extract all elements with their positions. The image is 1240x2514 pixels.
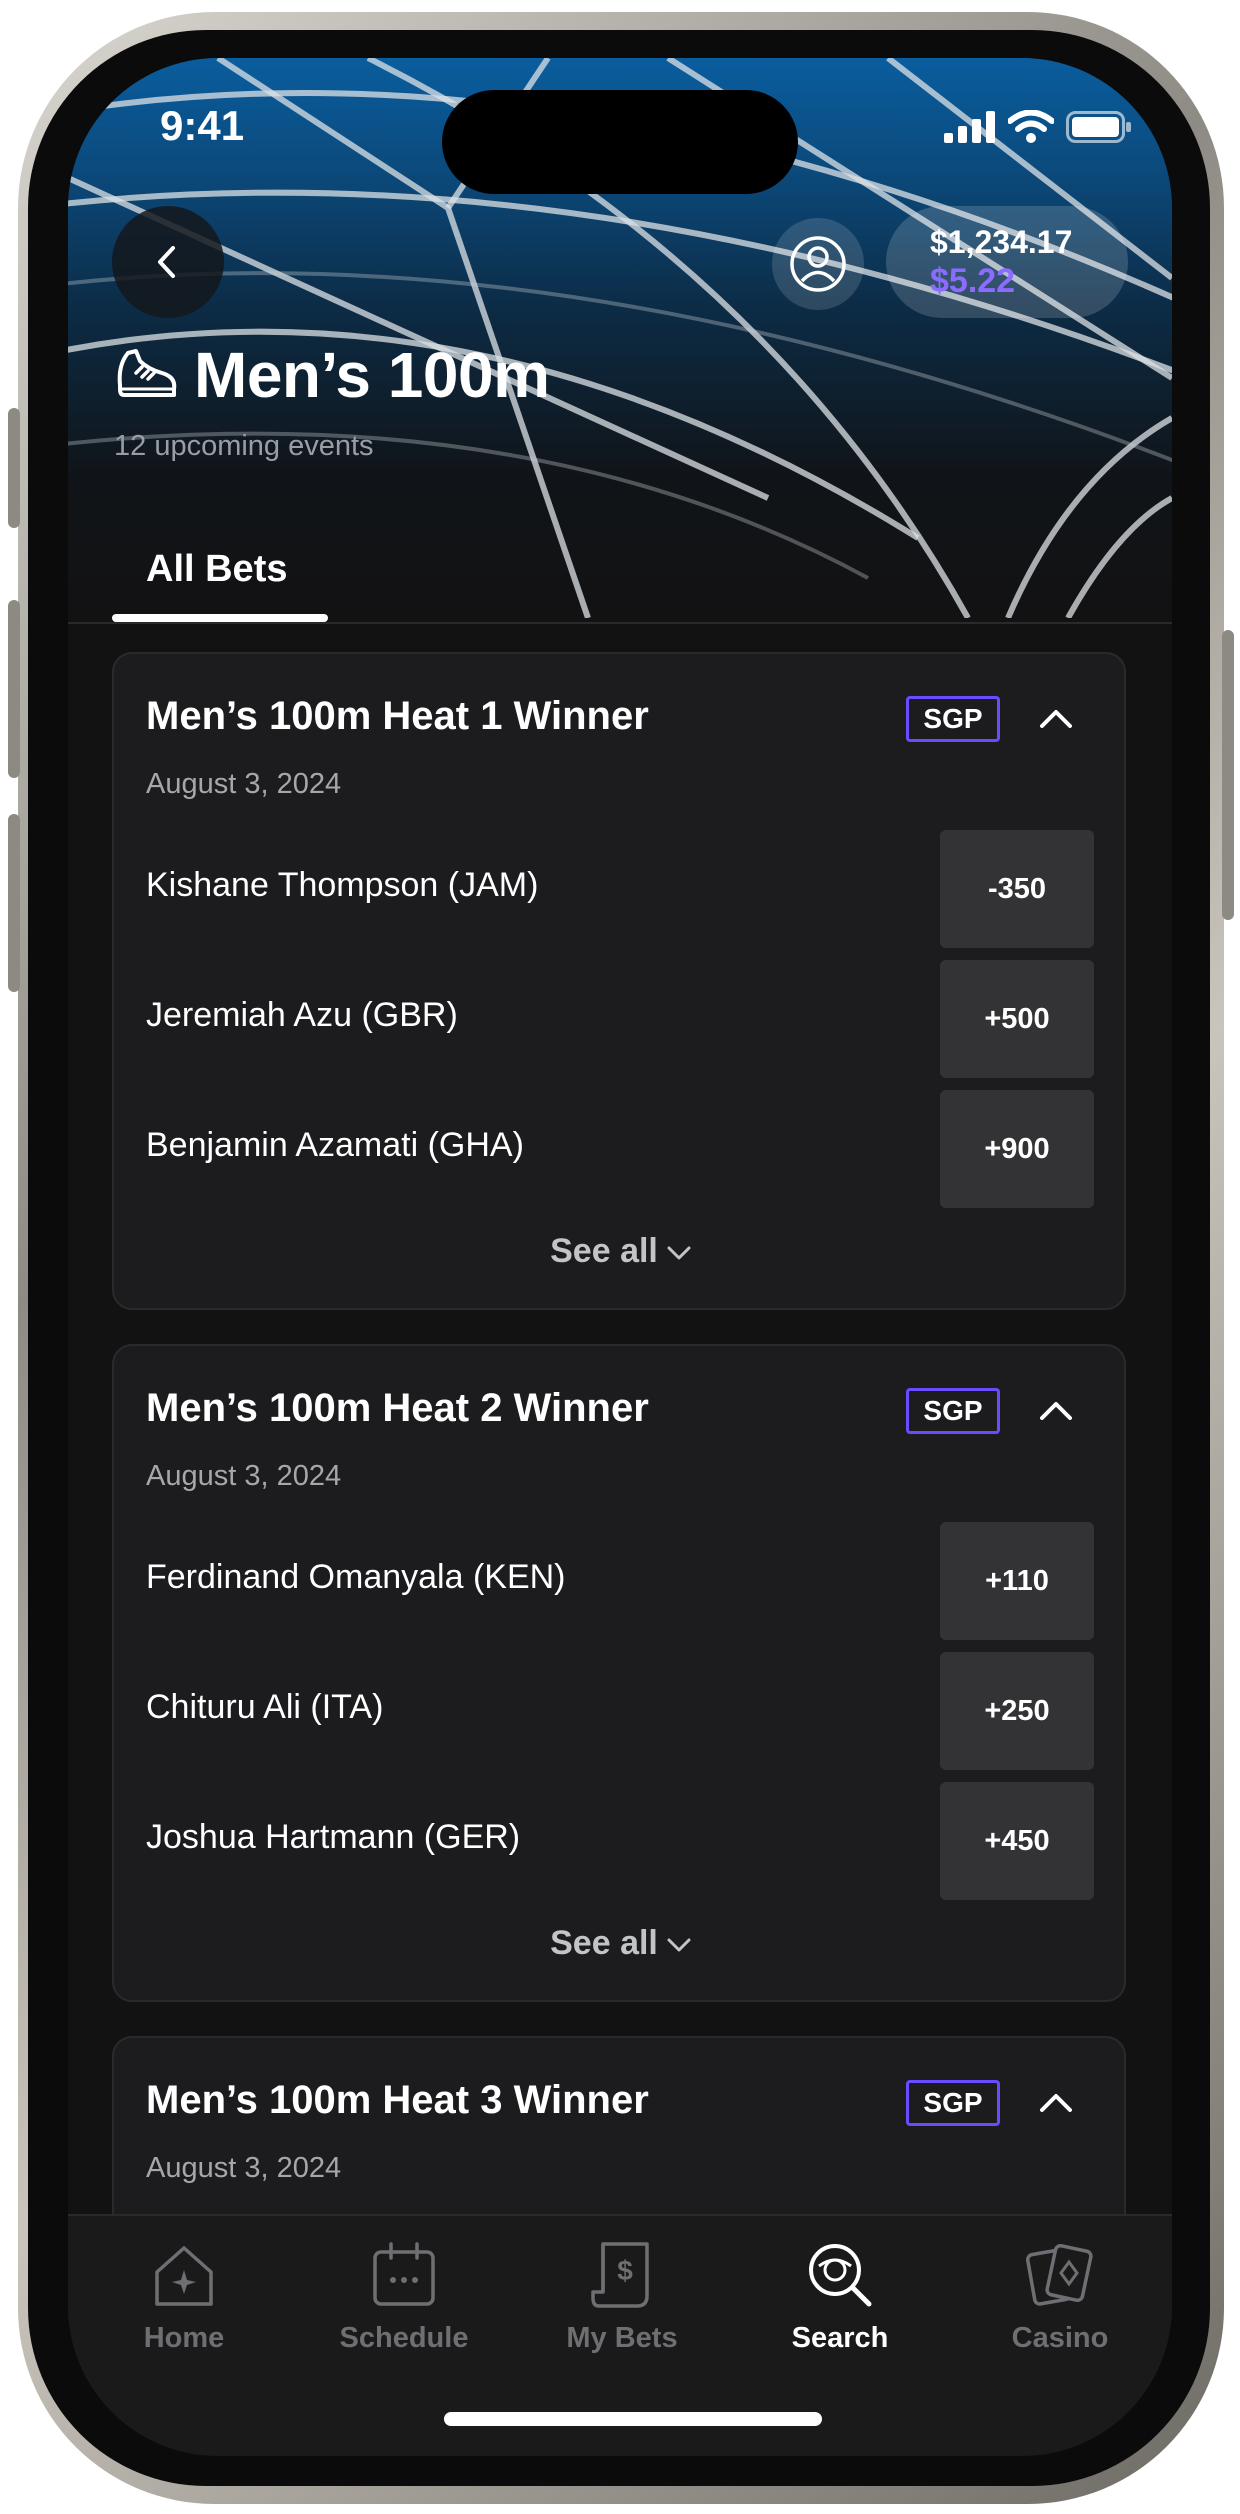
page-title-row: Men’s 100m [114, 338, 550, 412]
volume-down-button [8, 814, 20, 992]
action-button [8, 408, 20, 528]
market-title: Men’s 100m Heat 1 Winner [146, 694, 649, 738]
active-tab-indicator [112, 614, 328, 622]
volume-up-button [8, 600, 20, 778]
nav-schedule[interactable]: Schedule [314, 2234, 494, 2355]
status-time: 9:41 [160, 102, 245, 149]
page-title: Men’s 100m [194, 339, 550, 411]
search-icon [809, 2244, 872, 2307]
see-all-label: See all [550, 1232, 658, 1270]
odds-button[interactable]: +110 [940, 1522, 1094, 1640]
market-date: August 3, 2024 [146, 768, 342, 800]
account-balance: $1,234.17 [930, 224, 1073, 260]
odds-button[interactable]: +250 [940, 1652, 1094, 1770]
back-button[interactable] [112, 206, 224, 318]
chevron-left-icon [158, 246, 175, 278]
dynamic-island [442, 90, 798, 194]
odds-button[interactable]: -350 [940, 830, 1094, 948]
sgp-badge: SGP [906, 2080, 1000, 2126]
runner-name: Ferdinand Omanyala (KEN) [146, 1558, 566, 1596]
bonus-balance: $5.22 [930, 262, 1016, 300]
chevron-down-icon [667, 1246, 691, 1260]
user-icon [790, 236, 846, 292]
running-shoe-icon [117, 349, 177, 397]
see-all-button[interactable]: See all [114, 1924, 1128, 1963]
cards-icon [1025, 2243, 1093, 2306]
nav-my-bets[interactable]: $ My Bets [532, 2234, 712, 2355]
odds-button[interactable]: +500 [940, 960, 1094, 1078]
wifi-icon [1008, 110, 1054, 143]
battery-icon [1066, 111, 1131, 143]
svg-text:$: $ [617, 2255, 633, 2286]
nav-casino[interactable]: Casino [970, 2234, 1150, 2355]
market-card: Men’s 100m Heat 1 Winner SGP August 3, 2… [112, 652, 1126, 1310]
nav-home[interactable]: Home [94, 2234, 274, 2355]
chevron-down-icon [667, 1938, 691, 1952]
nav-search[interactable]: Search [750, 2234, 930, 2355]
market-card: Men’s 100m Heat 2 Winner SGP August 3, 2… [112, 1344, 1126, 2002]
see-all-label: See all [550, 1924, 658, 1962]
market-title: Men’s 100m Heat 3 Winner [146, 2078, 649, 2122]
sgp-badge: SGP [906, 696, 1000, 742]
sgp-badge: SGP [906, 1388, 1000, 1434]
chevron-up-icon[interactable] [1036, 1390, 1076, 1430]
bet-slip-icon: $ [591, 2242, 649, 2308]
market-title: Men’s 100m Heat 2 Winner [146, 1386, 649, 1430]
power-button [1222, 630, 1234, 920]
nav-label: Home [143, 2322, 225, 2354]
status-icons [944, 110, 1132, 144]
tab-bar: All Bets [68, 528, 1172, 624]
nav-label: Schedule [339, 2322, 469, 2354]
runner-name: Jeremiah Azu (GBR) [146, 996, 458, 1034]
runner-name: Benjamin Azamati (GHA) [146, 1126, 524, 1164]
app-screen: 9:41 $1,234.17 $5.22 Men’s 100m 12 upcom… [68, 58, 1172, 2456]
see-all-button[interactable]: See all [114, 1232, 1128, 1271]
market-date: August 3, 2024 [146, 2152, 342, 2184]
odds-button[interactable]: +450 [940, 1782, 1094, 1900]
market-date: August 3, 2024 [146, 1460, 342, 1492]
tab-all-bets[interactable]: All Bets [146, 548, 287, 591]
upcoming-events-count: 12 upcoming events [114, 430, 374, 462]
runner-name: Chituru Ali (ITA) [146, 1688, 384, 1726]
cellular-signal-icon [944, 111, 995, 143]
home-indicator[interactable] [444, 2412, 822, 2426]
home-star-icon [155, 2246, 213, 2306]
profile-button[interactable] [772, 218, 864, 310]
chevron-up-icon[interactable] [1036, 698, 1076, 738]
nav-label: My Bets [566, 2322, 678, 2354]
runner-name: Kishane Thompson (JAM) [146, 866, 539, 904]
balance-button[interactable]: $1,234.17 $5.22 [886, 206, 1128, 318]
nav-label: Casino [1011, 2322, 1109, 2354]
runner-name: Joshua Hartmann (GER) [146, 1818, 521, 1856]
odds-button[interactable]: +900 [940, 1090, 1094, 1208]
chevron-up-icon[interactable] [1036, 2082, 1076, 2122]
nav-label: Search [791, 2322, 889, 2354]
calendar-icon [373, 2242, 435, 2306]
